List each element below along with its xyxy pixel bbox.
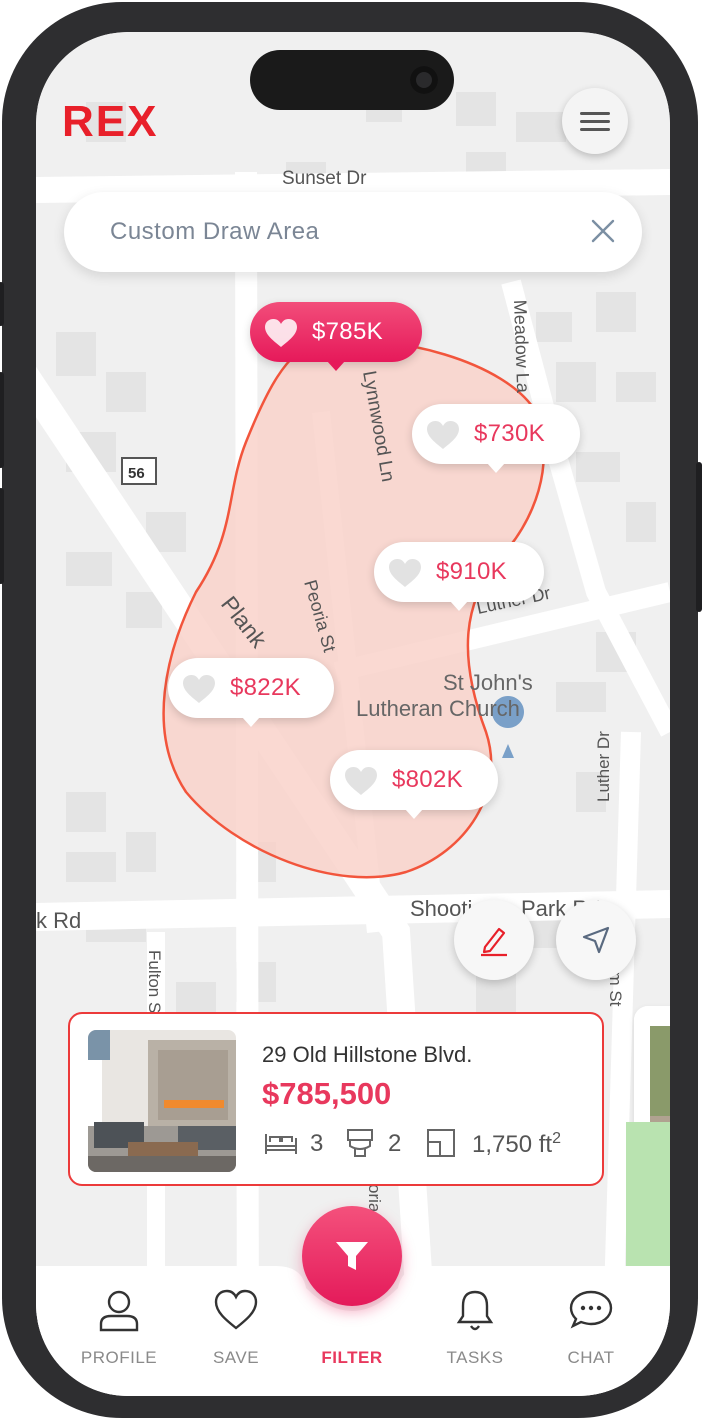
front-camera [410, 66, 438, 94]
rex-logo: REX [62, 97, 158, 140]
beds-count: 3 [310, 1130, 324, 1157]
pin-price: $785K [312, 318, 383, 345]
street-label-meadow: Meadow La [510, 299, 533, 394]
menu-button[interactable] [562, 88, 628, 154]
mute-switch [0, 282, 4, 326]
heart-icon [183, 675, 215, 703]
pin-price: $822K [230, 674, 301, 701]
phone-frame: Sunset Dr Lynnwood Ln Meadow La Plank Pe… [0, 2, 702, 1418]
price-pin[interactable]: $730K [412, 404, 580, 473]
nav-item-save[interactable]: SAVE [181, 1266, 291, 1396]
listing-address: 29 Old Hillstone Blvd. [262, 1042, 473, 1067]
street-label-rd: k Rd [36, 908, 81, 933]
chat-icon [569, 1290, 613, 1329]
floor-plan-icon [427, 1129, 455, 1157]
nav-label: PROFILE [80, 1348, 158, 1367]
toilet-icon [347, 1129, 373, 1157]
close-icon[interactable] [590, 218, 616, 244]
pin-price: $802K [392, 766, 463, 793]
nav-label: FILTER [321, 1348, 383, 1367]
price-pin[interactable]: $802K [330, 750, 498, 819]
nav-item-tasks[interactable]: TASKS [420, 1266, 530, 1396]
dynamic-island [250, 50, 454, 110]
heart-icon [214, 1289, 258, 1330]
heart-icon [389, 559, 421, 587]
listing-card[interactable]: 29 Old Hillstone Blvd. $785,500 3 2 1,75… [68, 1012, 604, 1186]
area-value: 1,750 ft [472, 1131, 553, 1158]
price-pin[interactable]: $822K [168, 658, 334, 727]
place-label-line2: Lutheran Church [356, 696, 520, 721]
pin-tail [450, 601, 468, 611]
heart-icon [265, 319, 297, 347]
bell-icon [456, 1290, 494, 1331]
pin-tail [405, 809, 423, 819]
screen: Sunset Dr Lynnwood Ln Meadow La Plank Pe… [36, 32, 670, 1396]
area-size: 1,750 ft2 [472, 1130, 561, 1159]
price-pin[interactable]: $910K [374, 542, 544, 611]
nav-label: SAVE [212, 1348, 260, 1367]
heart-icon [427, 421, 459, 449]
volume-up-button [0, 372, 4, 468]
locate-button[interactable] [556, 900, 636, 980]
street-label-fulton: Fulton St [145, 950, 164, 1018]
pin-tail [242, 717, 260, 727]
heart-icon [345, 767, 377, 795]
volume-down-button [0, 488, 4, 584]
baths-count: 2 [388, 1130, 402, 1157]
route-shield-number: 56 [128, 465, 145, 482]
pencil-icon [481, 927, 507, 957]
pin-tail [487, 463, 505, 473]
street-label-luther-vertical: Luther Dr [594, 731, 613, 802]
pin-price: $730K [474, 420, 545, 447]
navigation-arrow-icon [582, 926, 610, 954]
hamburger-icon [580, 112, 610, 131]
search-input[interactable]: Custom Draw Area [110, 218, 319, 246]
nav-label: TASKS [446, 1348, 504, 1367]
place-label-line1: St John's [443, 670, 533, 695]
listing-price: $785,500 [262, 1076, 392, 1111]
bed-icon [265, 1134, 297, 1154]
price-pin[interactable]: $785K [250, 302, 422, 371]
user-icon [99, 1290, 139, 1332]
draw-button[interactable] [454, 900, 534, 980]
power-button [696, 462, 702, 612]
nav-label: CHAT [567, 1348, 615, 1367]
pin-price: $910K [436, 558, 507, 585]
pin-tail [327, 361, 345, 371]
living-room-image [88, 1030, 236, 1172]
search-bar[interactable]: Custom Draw Area [64, 192, 642, 272]
filter-icon [336, 1242, 368, 1270]
filter-button[interactable] [302, 1206, 402, 1306]
nav-item-chat[interactable]: CHAT [536, 1266, 646, 1396]
svg-text:REX: REX [62, 97, 158, 140]
nav-item-profile[interactable]: PROFILE [64, 1266, 174, 1396]
listing-photo[interactable] [88, 1030, 236, 1172]
area-unit-superscript: 2 [552, 1130, 561, 1147]
street-label-sunset: Sunset Dr [282, 168, 367, 189]
